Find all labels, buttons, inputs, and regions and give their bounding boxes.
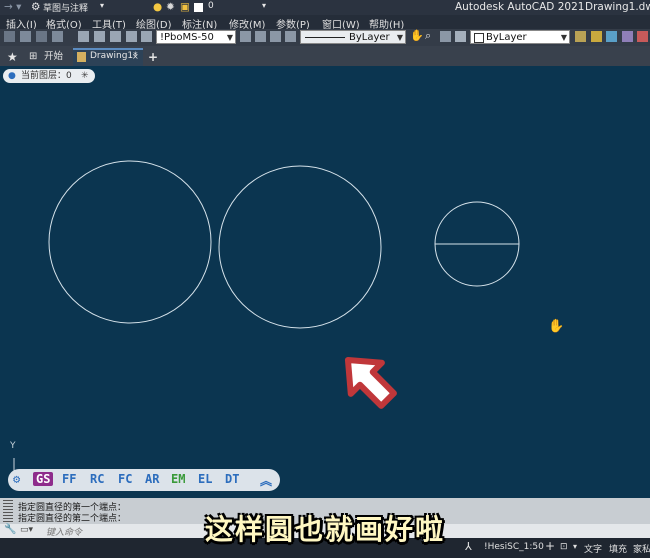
layer-state-icon[interactable]	[78, 31, 89, 42]
chevron-down-icon: ▼	[226, 33, 233, 42]
layer-state-icon[interactable]	[126, 31, 137, 42]
arrow-annotation	[344, 356, 397, 409]
new-tab-button[interactable]: +	[148, 48, 158, 66]
tool-palette-icon[interactable]	[606, 31, 617, 42]
linetype-dropdown[interactable]: ByLayer ▼	[300, 30, 406, 44]
dim-style-value: !PboMS-50	[160, 32, 214, 43]
circle-2[interactable]	[218, 165, 382, 329]
windows-icon: ⊞	[29, 51, 38, 62]
drawing-canvas[interactable]: ● 当前图层：0 ✳ ✋ Y ⚙ GS FF RC FC AR EM EL DT…	[0, 66, 650, 498]
close-tab-icon[interactable]: ×	[132, 48, 139, 66]
layer-tool-icon[interactable]	[36, 31, 47, 42]
circle-1[interactable]	[48, 160, 212, 324]
workspace-dropdown-icon[interactable]: ▾	[100, 1, 104, 10]
drawing-geometry: ✋	[13, 160, 564, 479]
title-bar: → ▾ ⚙ 草图与注释 ▾ ● ✹ ▣ 0 ▾ Autodesk AutoCAD…	[0, 0, 650, 15]
layer-selector[interactable]: 0	[208, 1, 214, 11]
design-center-icon[interactable]	[591, 31, 602, 42]
zoom-extents-icon[interactable]	[455, 31, 466, 42]
app-name: Autodesk AutoCAD 2021	[455, 1, 585, 13]
zoom-icon[interactable]: ⌕	[425, 29, 431, 42]
layer-color-swatch	[194, 3, 203, 12]
quick-command-ff[interactable]: FF	[62, 472, 76, 486]
layer-state-icon[interactable]	[94, 31, 105, 42]
quick-command-dt[interactable]: DT	[225, 472, 239, 486]
layer-dropdown-icon[interactable]: ▾	[262, 1, 266, 10]
menu-bar: 插入(I) 格式(O) 工具(T) 绘图(D) 标注(N) 修改(M) 参数(P…	[0, 15, 650, 31]
linetype-value: ByLayer	[349, 32, 390, 43]
video-subtitle: 这样圆也就画好啦	[204, 513, 445, 546]
quick-command-el[interactable]: EL	[198, 472, 212, 486]
chevron-down-icon: ▼	[560, 33, 567, 42]
markup-icon[interactable]	[637, 31, 648, 42]
properties-icon[interactable]	[575, 31, 586, 42]
match-property-icon[interactable]	[255, 31, 266, 42]
match-property-icon[interactable]	[240, 31, 251, 42]
file-tab-bar: ★ ⊞ 开始 Drawing1* × +	[0, 46, 650, 66]
sun-icon[interactable]: ✹	[166, 1, 175, 13]
sheet-set-icon[interactable]	[622, 31, 633, 42]
star-icon[interactable]: ★	[7, 48, 18, 66]
tab-start[interactable]: 开始	[44, 48, 63, 66]
zoom-window-icon[interactable]	[440, 31, 451, 42]
ucs-y-label: Y	[10, 441, 16, 451]
workspace-gear-icon[interactable]: ⚙	[31, 1, 40, 13]
match-property-icon[interactable]	[285, 31, 296, 42]
line-sample	[305, 37, 345, 38]
color-dropdown[interactable]: ByLayer ▼	[470, 30, 570, 44]
quick-command-fc[interactable]: FC	[118, 472, 132, 486]
quick-command-em[interactable]: EM	[171, 472, 185, 486]
tab-drawing-label: Drawing1*	[90, 51, 138, 61]
workspace-selector[interactable]: 草图与注释	[43, 1, 88, 14]
color-swatch	[474, 33, 484, 43]
bulb-icon[interactable]: ●	[153, 1, 162, 13]
pan-cursor-icon: ✋	[548, 318, 564, 334]
quick-command-gs[interactable]: GS	[33, 472, 54, 486]
quick-command-ar[interactable]: AR	[145, 472, 159, 486]
layer-tool-icon[interactable]	[52, 31, 63, 42]
lock-icon[interactable]: ▣	[180, 1, 190, 13]
layer-state-icon[interactable]	[141, 31, 152, 42]
quick-command-bar: ⚙ GS FF RC FC AR EM EL DT ︽	[8, 469, 280, 491]
gear-icon[interactable]: ⚙	[13, 472, 20, 486]
file-name: Drawing1.dwg	[585, 1, 650, 13]
dim-style-dropdown[interactable]: !PboMS-50 ▼	[156, 30, 236, 44]
chevron-down-icon: ▼	[396, 33, 403, 42]
dwg-file-icon	[77, 52, 86, 62]
layer-tool-icon[interactable]	[4, 31, 15, 42]
toolbar: !PboMS-50 ▼ ByLayer ▼ ✋ ⌕ ByLayer ▼	[0, 29, 650, 46]
collapse-up-icon[interactable]: ︽	[260, 472, 272, 489]
color-value: ByLayer	[486, 32, 527, 43]
quick-command-rc[interactable]: RC	[90, 472, 104, 486]
redo-arrow-icon[interactable]: → ▾	[4, 1, 21, 13]
layer-state-icon[interactable]	[110, 31, 121, 42]
match-property-icon[interactable]	[270, 31, 281, 42]
layer-tool-icon[interactable]	[20, 31, 31, 42]
pan-hand-icon[interactable]: ✋	[410, 29, 424, 42]
